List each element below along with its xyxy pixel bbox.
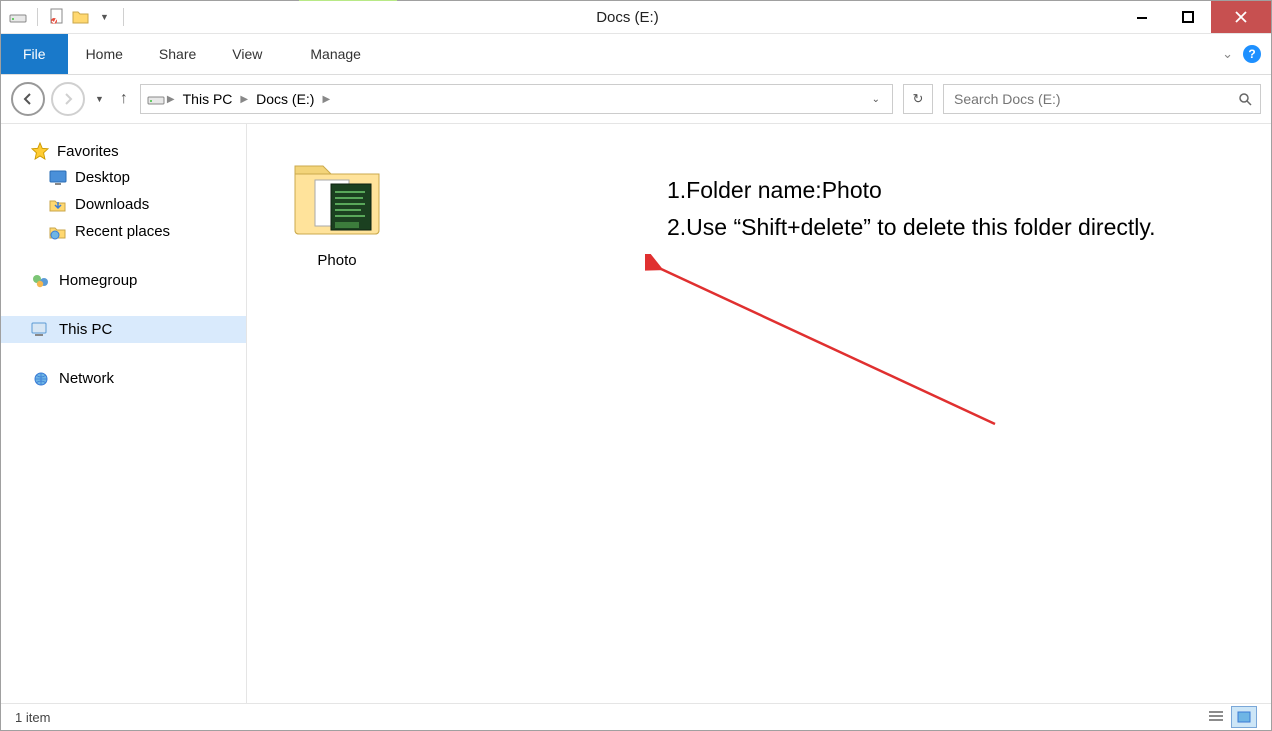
ribbon-collapse-icon[interactable]: ⌄ xyxy=(1222,46,1233,62)
sidebar-this-pc[interactable]: This PC xyxy=(1,316,246,343)
status-bar: 1 item xyxy=(1,703,1271,730)
sidebar-item-label: Recent places xyxy=(75,223,170,240)
minimize-button[interactable] xyxy=(1119,1,1165,33)
address-bar[interactable]: ▶ This PC ▶ Docs (E:) ▶ ⌄ xyxy=(140,84,893,114)
drive-icon xyxy=(9,8,27,26)
annotation-arrow xyxy=(645,254,1005,444)
title-bar: ▼ Drive Tools Docs (E:) xyxy=(1,1,1271,34)
tab-manage[interactable]: Manage xyxy=(292,34,379,74)
breadcrumb-drive[interactable]: Docs (E:) xyxy=(250,91,320,107)
window-title: Docs (E:) xyxy=(136,1,1119,33)
chevron-right-icon[interactable]: ▶ xyxy=(240,94,248,105)
body: Favorites Desktop Downloads Recent place… xyxy=(1,124,1271,703)
new-folder-icon[interactable] xyxy=(72,8,90,26)
details-view-button[interactable] xyxy=(1203,706,1229,728)
content-pane[interactable]: Photo 1.Folder name:Photo 2.Use “Shift+d… xyxy=(247,124,1271,703)
separator xyxy=(123,8,124,26)
refresh-button[interactable]: ↻ xyxy=(903,84,933,114)
window-controls xyxy=(1119,1,1271,33)
search-icon[interactable] xyxy=(1238,92,1252,106)
recent-places-icon xyxy=(49,224,67,240)
search-input[interactable] xyxy=(952,90,1238,108)
sidebar-network[interactable]: Network xyxy=(1,365,246,392)
chevron-right-icon[interactable]: ▶ xyxy=(167,94,175,105)
sidebar-item-recent[interactable]: Recent places xyxy=(1,218,246,245)
folder-label: Photo xyxy=(277,252,397,269)
tab-home[interactable]: Home xyxy=(68,34,141,74)
drive-icon xyxy=(147,92,165,106)
sidebar-item-label: Downloads xyxy=(75,196,149,213)
separator xyxy=(37,8,38,26)
explorer-window: ▼ Drive Tools Docs (E:) File Home Share … xyxy=(0,0,1272,731)
properties-icon[interactable] xyxy=(48,8,66,26)
sidebar-item-label: Network xyxy=(59,370,114,387)
sidebar-item-desktop[interactable]: Desktop xyxy=(1,164,246,191)
navigation-pane: Favorites Desktop Downloads Recent place… xyxy=(1,124,247,703)
close-button[interactable] xyxy=(1211,1,1271,33)
chevron-right-icon[interactable]: ▶ xyxy=(322,94,330,105)
annotation-text: 1.Folder name:Photo 2.Use “Shift+delete”… xyxy=(667,172,1156,246)
folder-icon xyxy=(287,144,387,244)
downloads-icon xyxy=(49,197,67,213)
tab-view[interactable]: View xyxy=(214,34,280,74)
help-icon[interactable]: ? xyxy=(1243,45,1261,63)
history-dropdown-icon[interactable]: ▼ xyxy=(91,94,108,104)
up-button[interactable]: ↑ xyxy=(114,90,134,108)
address-dropdown-icon[interactable]: ⌄ xyxy=(872,94,880,105)
network-icon xyxy=(31,371,51,387)
folder-item-photo[interactable]: Photo xyxy=(277,144,397,269)
annotation-line-1: 1.Folder name:Photo xyxy=(667,172,1156,209)
navigation-bar: ▼ ↑ ▶ This PC ▶ Docs (E:) ▶ ⌄ ↻ xyxy=(1,75,1271,124)
item-count: 1 item xyxy=(15,710,50,725)
desktop-icon xyxy=(49,170,67,186)
computer-icon xyxy=(31,322,51,338)
forward-button xyxy=(51,82,85,116)
icons-view-button[interactable] xyxy=(1231,706,1257,728)
breadcrumb-this-pc[interactable]: This PC xyxy=(177,91,239,107)
context-tab-group: Drive Tools xyxy=(299,0,397,1)
tab-file[interactable]: File xyxy=(1,34,68,74)
sidebar-homegroup[interactable]: Homegroup xyxy=(1,267,246,294)
qat-dropdown-icon[interactable]: ▼ xyxy=(96,12,113,22)
quick-access-toolbar: ▼ xyxy=(1,1,136,33)
homegroup-icon xyxy=(31,273,51,289)
tab-share[interactable]: Share xyxy=(141,34,214,74)
sidebar-item-label: This PC xyxy=(59,321,112,338)
star-icon xyxy=(31,142,49,160)
back-button[interactable] xyxy=(11,82,45,116)
sidebar-item-label: Homegroup xyxy=(59,272,137,289)
sidebar-item-label: Desktop xyxy=(75,169,130,186)
sidebar-favorites[interactable]: Favorites xyxy=(1,138,246,164)
ribbon-tabs: File Home Share View Manage ⌄ ? xyxy=(1,34,1271,75)
search-box[interactable] xyxy=(943,84,1261,114)
annotation-line-2: 2.Use “Shift+delete” to delete this fold… xyxy=(667,209,1156,246)
maximize-button[interactable] xyxy=(1165,1,1211,33)
sidebar-label: Favorites xyxy=(57,143,119,160)
sidebar-item-downloads[interactable]: Downloads xyxy=(1,191,246,218)
